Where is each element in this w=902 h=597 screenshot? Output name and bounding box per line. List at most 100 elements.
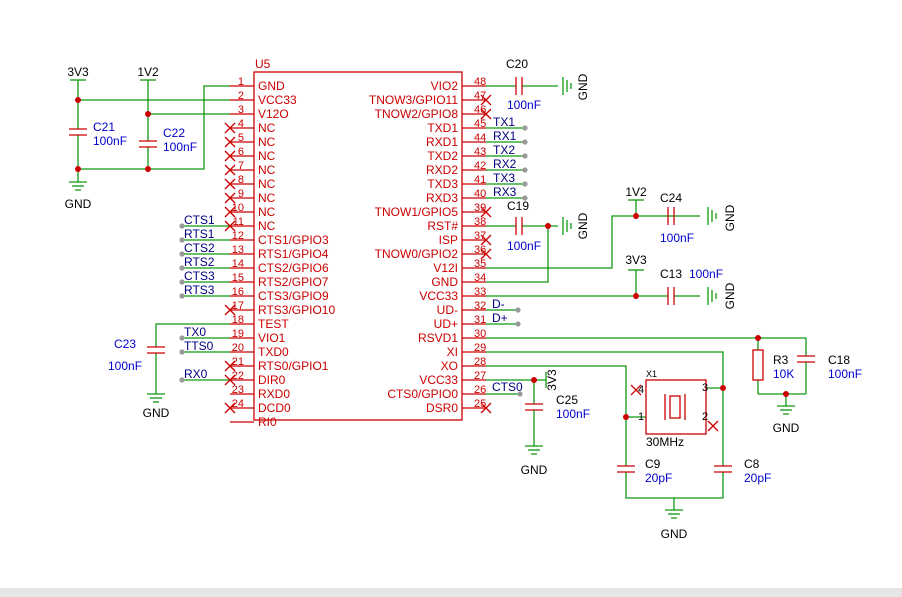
pin-number: 26 bbox=[474, 384, 486, 396]
c23-value: 100nF bbox=[108, 359, 142, 373]
gnd-c24 bbox=[707, 207, 717, 225]
net-label: D+ bbox=[492, 311, 508, 325]
c8-ref: C8 bbox=[744, 457, 760, 471]
net-endpoint bbox=[179, 279, 185, 285]
pin-name-right: RXD2 bbox=[426, 163, 458, 177]
net-endpoint bbox=[522, 181, 528, 187]
c13-value: 100nF bbox=[689, 267, 723, 281]
c25-ref: C25 bbox=[556, 393, 578, 407]
pin-number: 7 bbox=[238, 160, 244, 172]
net-endpoint bbox=[179, 237, 185, 243]
pin-number: 36 bbox=[474, 244, 486, 256]
pin-number: 17 bbox=[232, 300, 244, 312]
net-label: RX0 bbox=[184, 367, 208, 381]
pin-name-left: CTS1/GPIO3 bbox=[258, 233, 329, 247]
pin-name-left: RXD0 bbox=[258, 387, 290, 401]
net-endpoint bbox=[517, 391, 523, 397]
pin-number: 13 bbox=[232, 244, 244, 256]
c23-ref: C23 bbox=[114, 337, 136, 351]
pin-name-right: VIO2 bbox=[431, 79, 459, 93]
net-endpoint bbox=[522, 153, 528, 159]
pin-name-right: TXD2 bbox=[427, 149, 458, 163]
pin-number: 8 bbox=[238, 174, 244, 186]
pin-number: 37 bbox=[474, 230, 486, 242]
power-3v3-label: 3V3 bbox=[67, 65, 89, 79]
pin-name-left: GND bbox=[258, 79, 285, 93]
pin-number: 24 bbox=[232, 398, 244, 410]
pin-number: 30 bbox=[474, 328, 486, 340]
schematic-canvas[interactable]: U5 GND 1 VCC33 2 V12O 3 NC 4 NC 5 NC 6 NC 7 NC 8 NC 9 NC 10 N… bbox=[0, 0, 902, 588]
gnd-label: GND bbox=[723, 282, 737, 309]
gnd-c19 bbox=[562, 217, 572, 235]
pin-number: 6 bbox=[238, 146, 244, 158]
pin-number: 41 bbox=[474, 174, 486, 186]
capacitor-c22 bbox=[139, 140, 157, 148]
r3-ref: R3 bbox=[773, 353, 789, 367]
pin-number: 47 bbox=[474, 90, 486, 102]
pin-name-left: NC bbox=[258, 219, 276, 233]
net-endpoint bbox=[179, 265, 185, 271]
c22-ref: C22 bbox=[163, 126, 185, 140]
pin-number: 18 bbox=[232, 314, 244, 326]
power-1v2-label: 1V2 bbox=[625, 185, 647, 199]
net-endpoint bbox=[179, 223, 185, 229]
pin-name-left: CTS2/GPIO6 bbox=[258, 261, 329, 275]
net-label: CTS3 bbox=[184, 269, 215, 283]
chip-ref: U5 bbox=[255, 57, 271, 71]
pin-number: 15 bbox=[232, 272, 244, 284]
capacitor-c20 bbox=[515, 77, 523, 95]
c20-value: 100nF bbox=[507, 98, 541, 112]
pin-name-right: XO bbox=[441, 359, 458, 373]
capacitor-c23 bbox=[147, 346, 165, 354]
junction-dot bbox=[531, 377, 537, 383]
net-endpoint bbox=[179, 335, 185, 341]
c9-value: 20pF bbox=[645, 471, 672, 485]
c20-ref: C20 bbox=[506, 57, 528, 71]
pin-number: 32 bbox=[474, 300, 486, 312]
pin-number: 34 bbox=[474, 272, 486, 284]
resistor-r3 bbox=[752, 349, 764, 381]
pin-name-left: RTS3/GPIO10 bbox=[258, 303, 335, 317]
pin-number: 29 bbox=[474, 342, 486, 354]
gnd-r3 bbox=[777, 405, 795, 415]
pin-number: 2 bbox=[238, 90, 244, 102]
labels: U5 GND 1 VCC33 2 V12O 3 NC 4 NC 5 NC 6 NC 7 NC 8 NC 9 NC 10 N… bbox=[65, 57, 862, 541]
pin-number: 11 bbox=[233, 216, 244, 228]
x1-pin: 4 bbox=[638, 384, 644, 396]
pin-name-left: VCC33 bbox=[258, 93, 297, 107]
pin-number: 44 bbox=[474, 132, 486, 144]
c25-value: 100nF bbox=[556, 407, 590, 421]
pin-name-left: TXD0 bbox=[258, 345, 289, 359]
power-1v2-label: 1V2 bbox=[137, 65, 159, 79]
pin-name-left: RTS2/GPIO7 bbox=[258, 275, 329, 289]
pin-name-right: TXD1 bbox=[427, 121, 458, 135]
net-endpoint bbox=[515, 307, 521, 313]
pin-name-right: VCC33 bbox=[419, 373, 458, 387]
pin-name-right: TNOW1/GPIO5 bbox=[375, 205, 459, 219]
gnd-label: GND bbox=[521, 463, 548, 477]
pin-number: 16 bbox=[232, 286, 244, 298]
pin-name-left: NC bbox=[258, 163, 276, 177]
net-endpoint bbox=[522, 125, 528, 131]
net-endpoint bbox=[522, 167, 528, 173]
pin-number: 33 bbox=[474, 286, 486, 298]
gnd-label: GND bbox=[65, 197, 92, 211]
pin-name-left: RTS0/GPIO1 bbox=[258, 359, 329, 373]
net-label: RTS3 bbox=[184, 283, 215, 297]
c8-value: 20pF bbox=[744, 471, 771, 485]
pin-number: 43 bbox=[474, 146, 486, 158]
net-endpoint bbox=[179, 377, 185, 383]
pin-number: 9 bbox=[238, 188, 244, 200]
pin-name-right: TXD3 bbox=[427, 177, 458, 191]
capacitor-c19 bbox=[515, 217, 523, 235]
pin-name-right: RXD1 bbox=[426, 135, 458, 149]
status-bar bbox=[0, 588, 902, 597]
net-endpoint bbox=[515, 321, 521, 327]
pin-name-right: VCC33 bbox=[419, 289, 458, 303]
junction-dot bbox=[633, 213, 639, 219]
net-label: D- bbox=[492, 297, 505, 311]
junction-dot bbox=[720, 385, 726, 391]
net-label: CTS0 bbox=[492, 380, 523, 394]
pin-name-left: NC bbox=[258, 191, 276, 205]
gnd-c20 bbox=[562, 77, 572, 95]
